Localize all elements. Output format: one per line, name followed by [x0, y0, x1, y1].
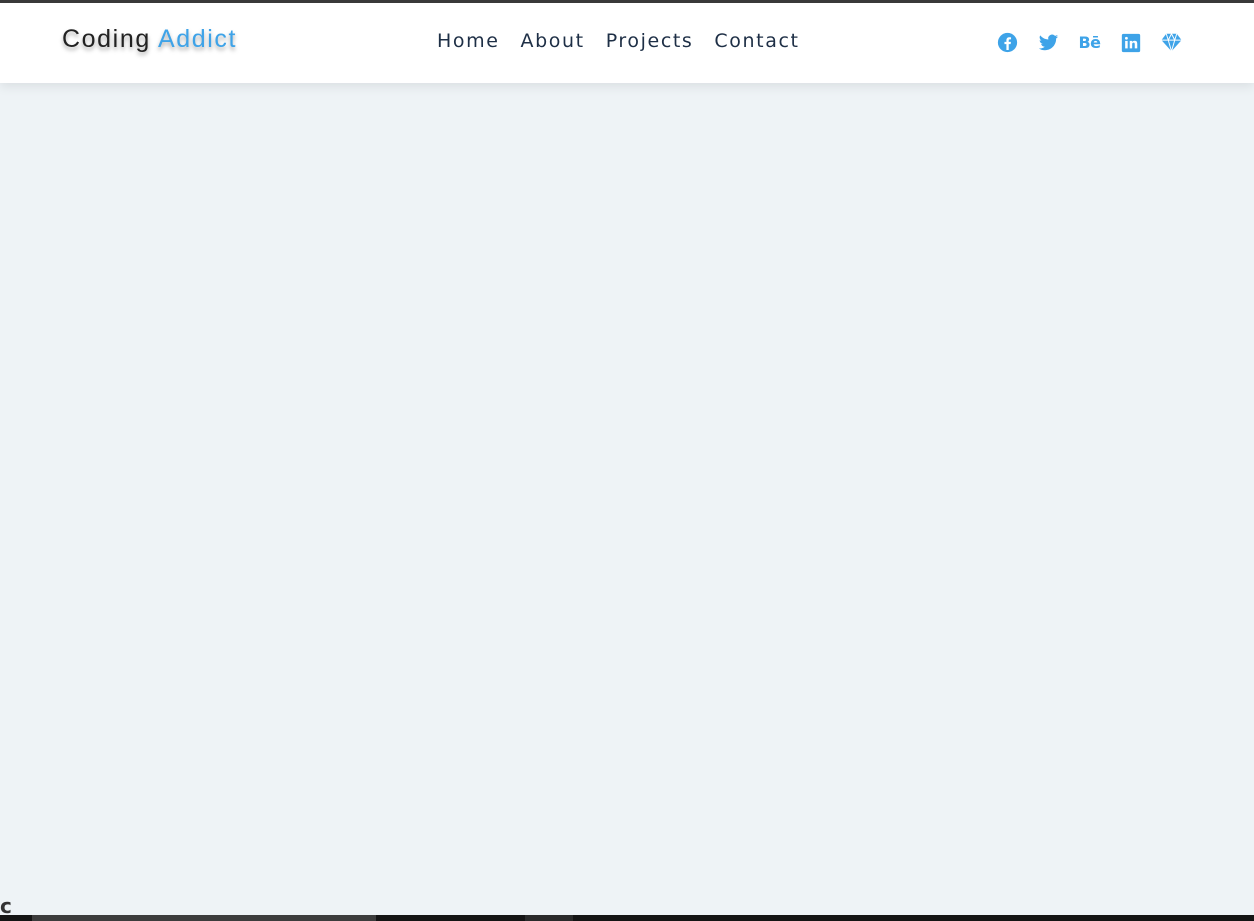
taskbar-strip: [0, 915, 1254, 921]
twitter-icon[interactable]: [1038, 32, 1059, 53]
nav-link-home[interactable]: Home: [437, 30, 500, 52]
logo-text-accent: Addict: [158, 25, 238, 53]
logo-text-primary: Coding: [62, 25, 151, 53]
nav-link-projects[interactable]: Projects: [606, 30, 694, 52]
linkedin-icon[interactable]: [1120, 32, 1141, 53]
social-links: Bē: [997, 32, 1182, 53]
facebook-icon[interactable]: [997, 32, 1018, 53]
corner-glyph: c: [0, 896, 12, 916]
behance-icon[interactable]: Bē: [1078, 32, 1101, 53]
main-nav: Home About Projects Contact: [437, 30, 800, 52]
nav-link-contact[interactable]: Contact: [714, 30, 799, 52]
taskbar-item[interactable]: [32, 915, 376, 921]
taskbar-item[interactable]: [525, 915, 573, 921]
navbar: Coding Addict Home About Projects Contac…: [0, 3, 1254, 83]
nav-link-about[interactable]: About: [521, 30, 585, 52]
sketch-icon[interactable]: [1161, 32, 1182, 53]
site-logo[interactable]: Coding Addict: [62, 25, 237, 54]
